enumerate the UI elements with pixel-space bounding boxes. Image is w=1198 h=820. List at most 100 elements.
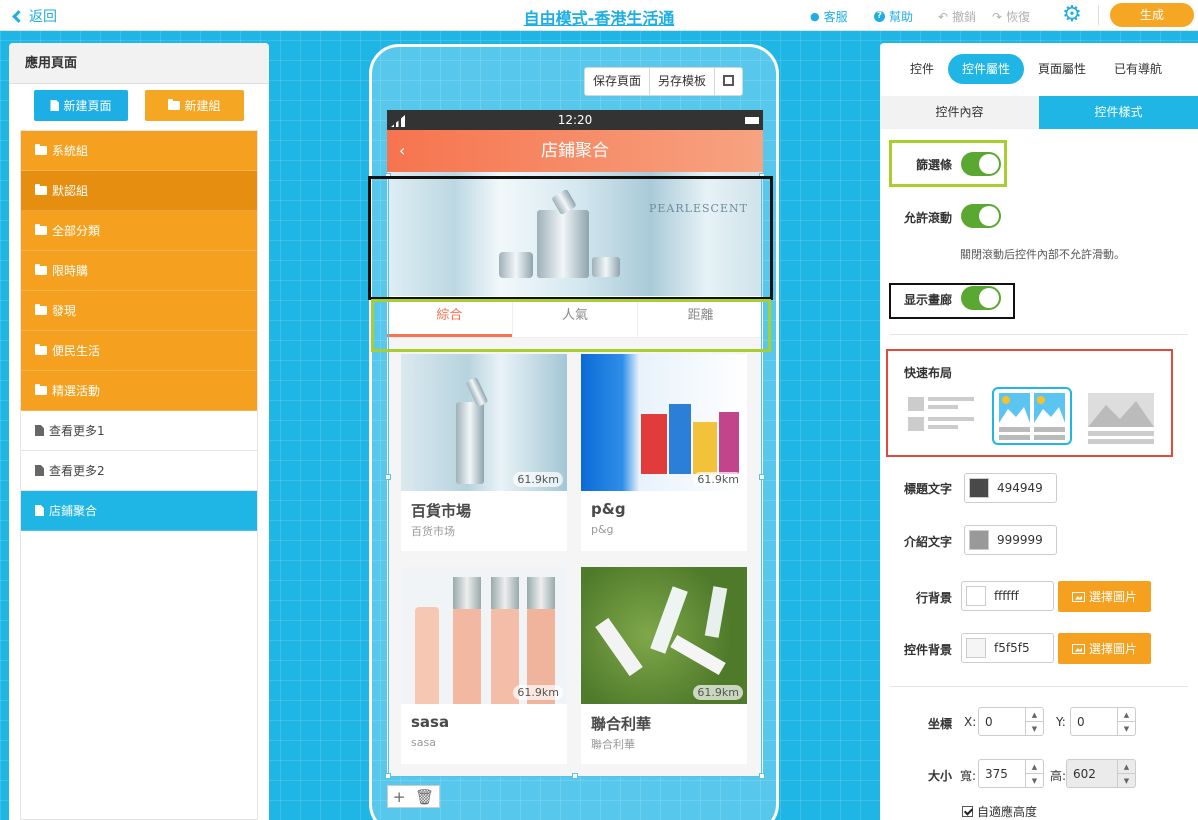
list-item-selected[interactable]: 店鋪聚合 [21,491,257,531]
page-icon [35,505,44,516]
height-input[interactable]: 602 ▲ ▼ [1066,759,1136,788]
generate-button[interactable]: 生成 [1110,3,1194,27]
resize-handle[interactable] [759,773,765,779]
chevron-up-icon[interactable]: ▲ [1026,760,1043,774]
list-item-label: 發現 [52,303,77,318]
list-item[interactable]: 限時購 [21,251,257,291]
layout-large-option[interactable] [1086,389,1166,447]
resize-handle[interactable] [385,474,391,480]
filter-bar-label: 篩選條 [916,158,953,172]
undo-button[interactable]: ↶ 撤銷 [938,8,976,25]
x-input[interactable]: 0 ▲ ▼ [978,707,1044,736]
title-color-input[interactable]: 494949 [964,473,1057,503]
list-item[interactable]: 精選活動 [21,371,257,411]
gear-icon[interactable]: ⚙ [1060,3,1084,27]
back-button[interactable]: 返回 [12,6,57,26]
store-card[interactable]: 61.9km 百貨市場 百货市场 [401,354,567,551]
widget-bg-input[interactable]: f5f5f5 [961,633,1054,663]
resize-handle[interactable] [759,474,765,480]
resize-handle[interactable] [572,773,578,779]
properties-tabs: 控件 控件屬性 頁面屬性 已有導航 [880,53,1198,85]
qr-code-icon [723,75,735,86]
qr-code-button[interactable] [715,68,742,95]
trash-icon[interactable]: 🗑 [415,788,434,806]
width-stepper[interactable]: ▲ ▼ [1025,760,1043,787]
new-page-button[interactable]: 新建頁面 [34,90,128,121]
store-subtitle: 聯合利華 [591,738,635,751]
customer-service-button[interactable]: ● 客服 [810,8,848,25]
tab-page-properties[interactable]: 頁面屬性 [1024,54,1100,84]
intro-color-input[interactable]: 999999 [964,525,1057,555]
phone-toolbar: 保存頁面 另存模板 [584,67,744,96]
chevron-up-icon[interactable]: ▲ [1118,760,1135,774]
quick-layout-label: 快速布局 [904,366,953,380]
tab-navigation[interactable]: 已有導航 [1100,54,1176,84]
title-color-value: 494949 [997,481,1043,495]
layout-grid-option[interactable] [992,387,1072,445]
width-label: 寬: [960,769,977,783]
tab-widget-content[interactable]: 控件內容 [880,96,1039,129]
nav-title: 店鋪聚合 [541,141,609,161]
tab-widget-properties[interactable]: 控件屬性 [948,54,1025,84]
save-page-button[interactable]: 保存頁面 [585,68,651,95]
nav-back-icon[interactable]: ‹ [399,130,405,172]
chevron-down-icon[interactable]: ▼ [1026,774,1043,787]
folder-icon [35,304,47,315]
layout-list-option[interactable] [904,389,984,447]
layout-grid-icon [999,393,1065,440]
y-stepper[interactable]: ▲ ▼ [1117,708,1135,735]
allow-scroll-toggle[interactable] [961,204,1001,228]
auto-height-checkbox[interactable]: 自適應高度 [962,803,1037,820]
new-page-label: 新建頁面 [63,99,112,113]
store-card[interactable]: 61.9km sasa sasa [401,567,567,764]
chevron-down-icon[interactable]: ▼ [1118,722,1135,735]
x-label: X: [964,715,977,729]
x-stepper[interactable]: ▲ ▼ [1025,708,1043,735]
row-bg-pick-image-button[interactable]: 選擇圖片 [1058,581,1151,612]
store-card[interactable]: 61.9km 聯合利華 聯合利華 [581,567,747,764]
list-item-label: 店鋪聚合 [49,503,98,518]
list-item[interactable]: 默認組 [21,171,257,211]
auto-height-label: 自適應高度 [977,805,1038,819]
list-item[interactable]: 發現 [21,291,257,331]
width-input[interactable]: 375 ▲ ▼ [978,759,1044,788]
coordinates-label: 坐標 [928,717,953,731]
list-item[interactable]: 查看更多2 [21,451,257,491]
show-gallery-toggle[interactable] [961,286,1001,310]
widget-bg-pick-image-button[interactable]: 選擇圖片 [1058,633,1151,664]
add-icon[interactable]: + [393,788,406,806]
list-item-label: 系統組 [52,143,89,158]
width-value: 375 [985,766,1008,781]
height-stepper[interactable]: ▲ ▼ [1117,760,1135,787]
folder-open-icon [35,384,47,395]
chevron-left-icon [12,9,25,23]
chevron-up-icon[interactable]: ▲ [1026,708,1043,722]
filter-bar-toggle[interactable] [961,152,1001,176]
list-item[interactable]: 便民生活 [21,331,257,371]
new-group-button[interactable]: 新建組 [145,90,244,121]
color-swatch [966,586,986,606]
store-card[interactable]: 61.9km p&g p&g [581,354,747,551]
chevron-down-icon[interactable]: ▼ [1026,722,1043,735]
top-bar: 返回 自由模式-香港生活通 ● 客服 ? 幫助 ↶ 撤銷 ↷ 恢復 ⚙ 生成 [0,0,1198,31]
list-item[interactable]: 系統組 [21,131,257,171]
chevron-up-icon[interactable]: ▲ [1118,708,1135,722]
list-item[interactable]: 查看更多1 [21,411,257,451]
color-swatch [966,638,986,658]
undo-icon: ↶ [938,9,949,24]
redo-button[interactable]: ↷ 恢復 [992,8,1030,25]
tab-widgets[interactable]: 控件 [896,54,948,84]
resize-handle[interactable] [385,773,391,779]
product-bottle [415,607,439,704]
row-bg-input[interactable]: ffffff [961,581,1054,611]
chevron-down-icon[interactable]: ▼ [1118,774,1135,787]
help-button[interactable]: ? 幫助 [874,8,913,25]
checkbox-icon[interactable] [962,806,973,817]
save-template-button[interactable]: 另存模板 [650,68,716,95]
y-input[interactable]: 0 ▲ ▼ [1070,707,1136,736]
tab-widget-style[interactable]: 控件樣式 [1039,96,1198,129]
list-item[interactable]: 全部分類 [21,211,257,251]
list-item-label: 查看更多2 [49,463,105,478]
properties-panel: 控件 控件屬性 頁面屬性 已有導航 控件內容 控件樣式 篩選條 允許滾動 關閉滾… [880,43,1198,820]
image-icon [1071,591,1085,602]
